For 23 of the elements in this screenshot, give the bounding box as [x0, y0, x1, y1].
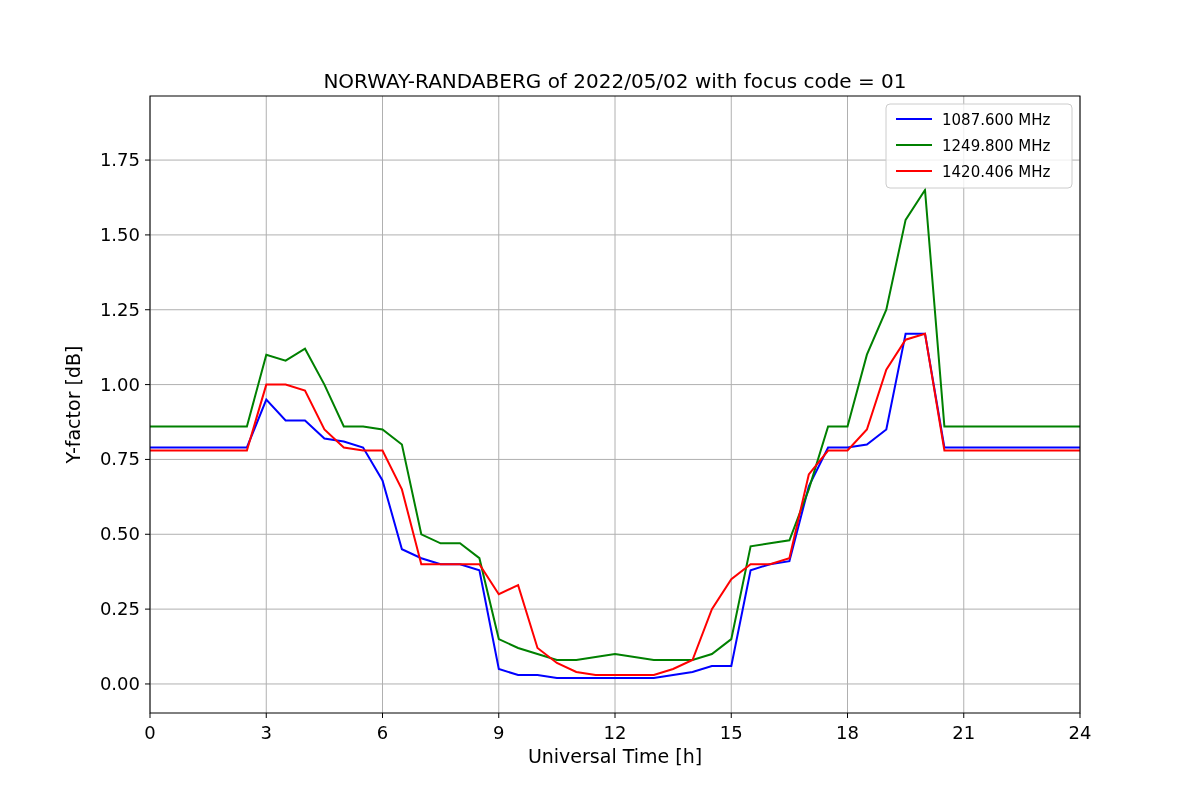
x-tick-label: 12: [603, 722, 627, 743]
legend-label: 1249.800 MHz: [942, 137, 1051, 155]
y-tick-label: 0.50: [99, 523, 140, 545]
x-axis-label: Universal Time [h]: [527, 745, 703, 767]
y-tick-label: 1.00: [99, 373, 140, 395]
x-tick-label: 15: [719, 722, 743, 743]
y-tick-label: 0.25: [99, 598, 140, 620]
x-tick-label: 6: [376, 722, 389, 743]
legend-label: 1420.406 MHz: [942, 163, 1051, 181]
y-axis-label: Y-factor [dB]: [62, 345, 84, 464]
legend-label: 1087.600 MHz: [942, 111, 1051, 129]
x-tick-label: 9: [493, 722, 505, 743]
chart-title: NORWAY-RANDABERG of 2022/05/02 with focus code = 01: [323, 69, 907, 93]
x-tick-label: 0: [144, 722, 156, 743]
x-tick-label: 3: [260, 722, 272, 743]
y-tick-label: 0.00: [99, 672, 140, 694]
x-tick-label: 21: [952, 722, 976, 743]
y-tick-label: 1.50: [99, 223, 140, 245]
y-tick-label: 1.25: [99, 298, 140, 320]
x-tick-label: 18: [836, 722, 859, 743]
x-tick-label: 24: [1068, 722, 1092, 743]
y-tick-label: 1.75: [99, 149, 140, 171]
y-tick-label: 0.75: [99, 448, 140, 470]
